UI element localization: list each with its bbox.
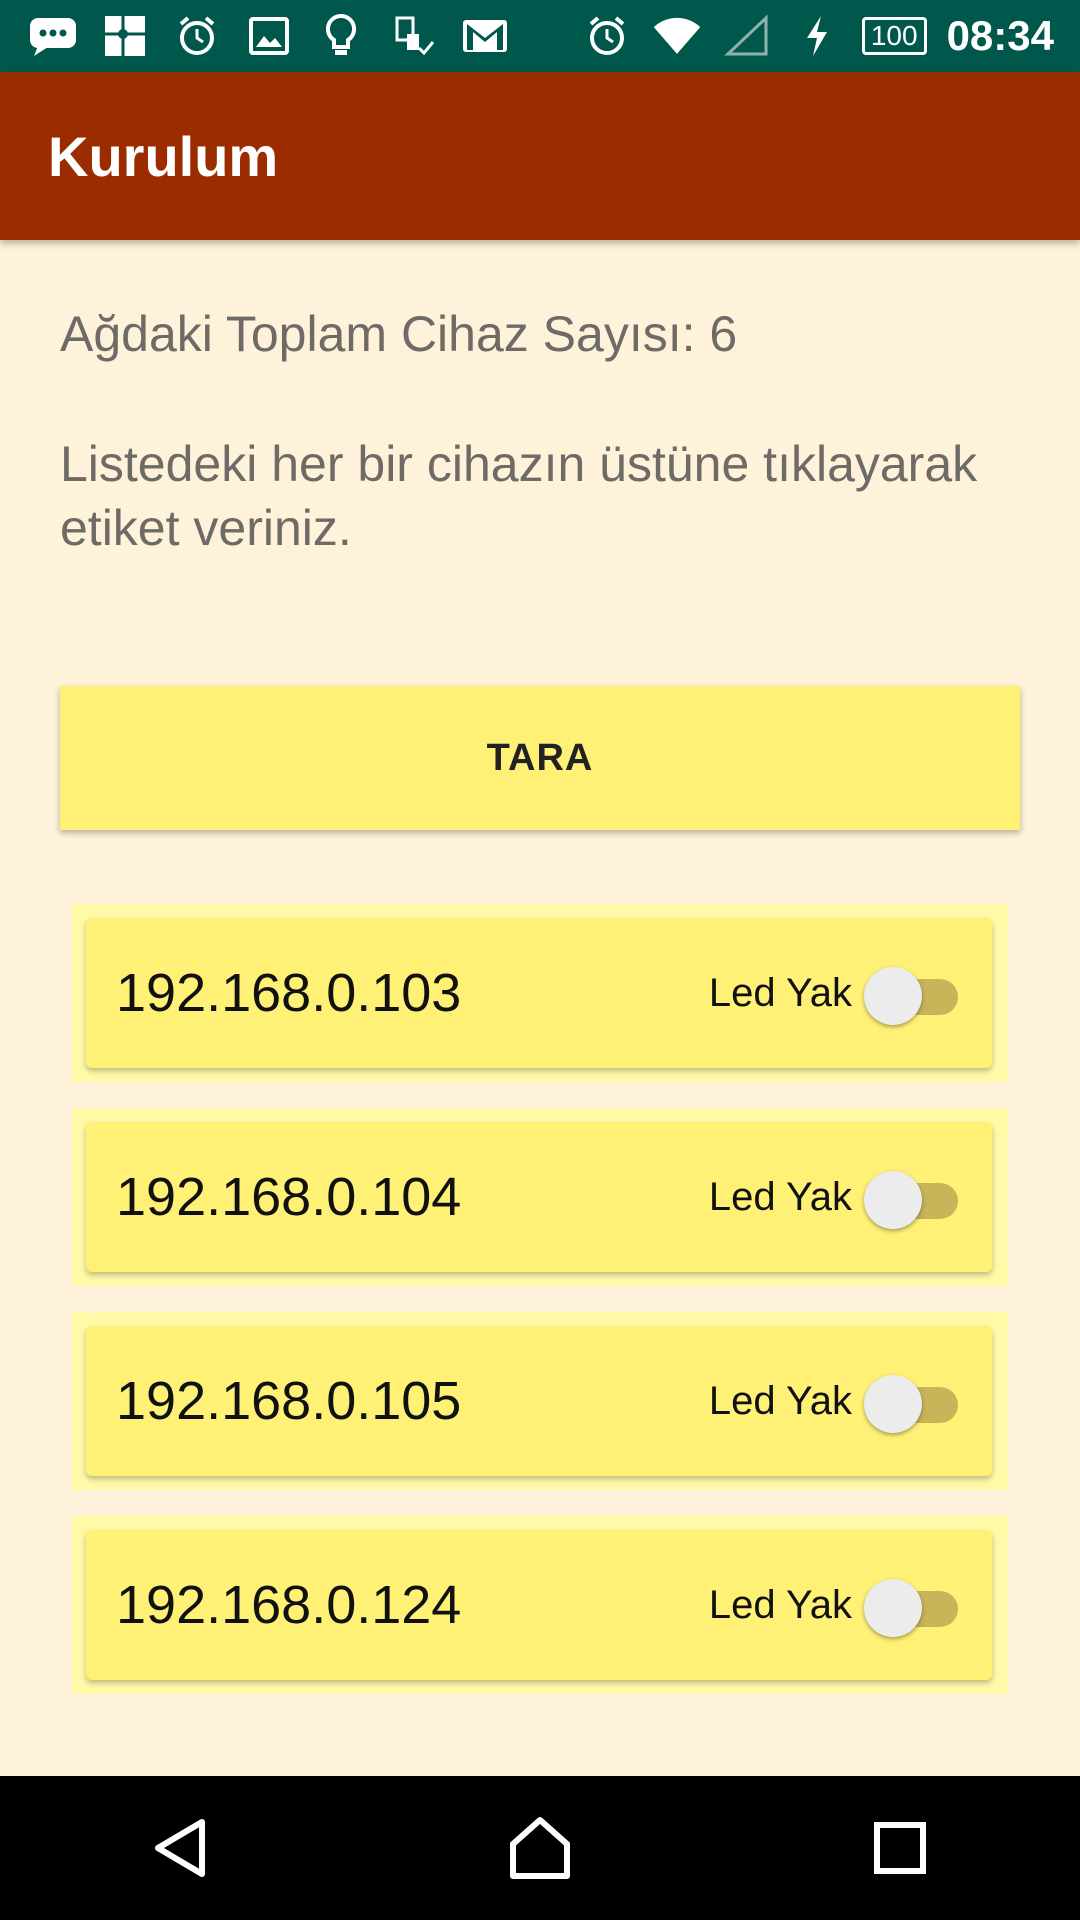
led-toggle-switch[interactable] bbox=[864, 1373, 960, 1433]
device-card[interactable]: 192.168.0.124 Led Yak bbox=[86, 1530, 992, 1680]
status-bar: 100 08:34 bbox=[0, 0, 1080, 72]
led-toggle-switch[interactable] bbox=[864, 965, 960, 1025]
home-button[interactable] bbox=[480, 1788, 600, 1908]
clock: 08:34 bbox=[946, 12, 1054, 59]
lightbulb-icon bbox=[316, 11, 366, 61]
led-toggle-label: Led Yak bbox=[708, 1174, 852, 1219]
notification-icons bbox=[0, 11, 510, 61]
device-ip: 192.168.0.104 bbox=[116, 1167, 462, 1227]
back-icon bbox=[155, 1819, 205, 1877]
recents-button[interactable] bbox=[840, 1788, 960, 1908]
sim-icon bbox=[388, 11, 438, 61]
device-ip: 192.168.0.103 bbox=[116, 963, 462, 1023]
device-list: 192.168.0.103 Led Yak 192.168.0.104 Led … bbox=[72, 904, 1008, 1720]
device-count-text: Ağdaki Toplam Cihaz Sayısı: 6 bbox=[60, 306, 738, 362]
device-ip: 192.168.0.105 bbox=[116, 1371, 462, 1431]
status-icons: 100 08:34 bbox=[582, 11, 1080, 61]
list-item: 192.168.0.104 Led Yak bbox=[72, 1108, 1008, 1286]
toggle-thumb bbox=[864, 967, 922, 1025]
led-toggle-switch[interactable] bbox=[864, 1577, 960, 1637]
recents-icon bbox=[874, 1822, 926, 1874]
led-toggle-label: Led Yak bbox=[708, 970, 852, 1015]
device-card[interactable]: 192.168.0.105 Led Yak bbox=[86, 1326, 992, 1476]
screen: 100 08:34 Kurulum Ağdaki Toplam Cihaz Sa… bbox=[0, 0, 1080, 1920]
toggle-thumb bbox=[864, 1579, 922, 1637]
navigation-bar bbox=[0, 1776, 1080, 1920]
led-toggle-label: Led Yak bbox=[708, 1378, 852, 1423]
wifi-icon bbox=[652, 11, 702, 61]
led-toggle-label: Led Yak bbox=[708, 1582, 852, 1627]
battery-level: 100 bbox=[861, 17, 927, 55]
instruction-text: Listedeki her bir cihazın üstüne tıklaya… bbox=[60, 436, 978, 556]
device-card[interactable]: 192.168.0.103 Led Yak bbox=[86, 918, 992, 1068]
signal-icon bbox=[722, 11, 772, 61]
puzzle-icon bbox=[100, 11, 150, 61]
alarm-icon bbox=[582, 11, 632, 61]
image-icon bbox=[244, 11, 294, 61]
app-bar: Kurulum bbox=[0, 72, 1080, 240]
list-item: 192.168.0.124 Led Yak bbox=[72, 1516, 1008, 1694]
gmail-icon bbox=[460, 11, 510, 61]
page-title: Kurulum bbox=[48, 124, 279, 188]
chat-icon bbox=[28, 11, 78, 61]
scan-button[interactable]: TARA bbox=[60, 686, 1020, 830]
home-icon bbox=[510, 1817, 570, 1879]
list-item: 192.168.0.103 Led Yak bbox=[72, 904, 1008, 1082]
led-toggle-switch[interactable] bbox=[864, 1169, 960, 1229]
alarm-icon bbox=[172, 11, 222, 61]
list-item: 192.168.0.105 Led Yak bbox=[72, 1312, 1008, 1490]
back-button[interactable] bbox=[120, 1788, 240, 1908]
toggle-thumb bbox=[864, 1171, 922, 1229]
device-ip: 192.168.0.124 bbox=[116, 1575, 462, 1635]
device-card[interactable]: 192.168.0.104 Led Yak bbox=[86, 1122, 992, 1272]
charging-icon bbox=[792, 11, 842, 61]
toggle-thumb bbox=[864, 1375, 922, 1433]
